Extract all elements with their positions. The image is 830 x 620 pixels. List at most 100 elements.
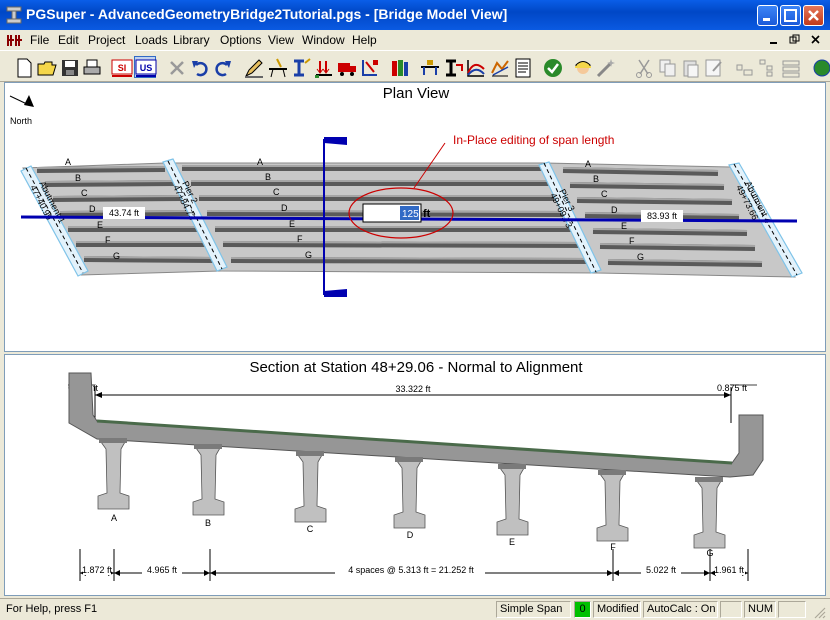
open-file-button[interactable] bbox=[35, 56, 57, 78]
plan-view-canvas: Plan View North A B C D E F G A B C D E … bbox=[9, 85, 803, 297]
menu-edit[interactable]: Edit bbox=[58, 33, 79, 47]
section-girder-label: A bbox=[111, 513, 117, 523]
menu-library[interactable]: Library bbox=[173, 33, 210, 47]
document-icon[interactable] bbox=[6, 32, 24, 48]
section-view-pane[interactable]: Section at Station 48+29.06 - Normal to … bbox=[4, 354, 826, 596]
new-file-button[interactable] bbox=[12, 56, 34, 78]
minimize-button[interactable] bbox=[757, 5, 778, 26]
section-cut-flag-bottom[interactable] bbox=[324, 289, 347, 297]
si-units-button[interactable]: SI bbox=[110, 56, 133, 78]
redo-button[interactable] bbox=[211, 56, 233, 78]
close-button[interactable] bbox=[803, 5, 824, 26]
span-length-unit: ft bbox=[423, 208, 431, 220]
library-button[interactable] bbox=[388, 56, 410, 78]
wand-icon bbox=[596, 59, 615, 78]
edit-pier-button[interactable] bbox=[266, 56, 288, 78]
align-tree-button[interactable] bbox=[756, 56, 778, 78]
properties-button[interactable] bbox=[702, 56, 724, 78]
north-label: North bbox=[10, 116, 32, 126]
status-num: NUM bbox=[744, 601, 776, 618]
report-button[interactable] bbox=[511, 56, 533, 78]
us-units-button[interactable]: US bbox=[134, 56, 157, 78]
plan-girder-label: F bbox=[629, 236, 635, 246]
plan-girder-label: B bbox=[75, 173, 81, 183]
copy-button[interactable] bbox=[656, 56, 678, 78]
status-help: For Help, press F1 bbox=[6, 603, 98, 615]
status-empty bbox=[720, 601, 742, 618]
overhang-right-dim: 0.875 ft bbox=[717, 383, 748, 393]
menu-file[interactable]: File bbox=[30, 33, 49, 47]
globe-icon bbox=[813, 59, 830, 77]
cut-button[interactable] bbox=[632, 56, 654, 78]
section-girder-label: E bbox=[509, 537, 515, 547]
plan-girder-label: B bbox=[593, 174, 599, 184]
girder-properties-icon bbox=[446, 59, 463, 77]
delete-button[interactable] bbox=[165, 56, 187, 78]
engineer-button[interactable] bbox=[571, 56, 593, 78]
menu-help[interactable]: Help bbox=[352, 33, 377, 47]
plan-title: Plan View bbox=[383, 85, 450, 102]
menu-bar: File Edit Project Loads Library Options … bbox=[0, 30, 830, 50]
resize-grip-icon[interactable] bbox=[812, 605, 826, 619]
load-combination-button[interactable] bbox=[358, 56, 380, 78]
span-3-length: 83.93 ft bbox=[647, 211, 678, 221]
align-left-button[interactable] bbox=[733, 56, 755, 78]
girder-properties-button[interactable] bbox=[441, 56, 463, 78]
status-autocalc[interactable]: AutoCalc : On bbox=[643, 601, 718, 618]
plan-girder-label: D bbox=[281, 203, 288, 213]
graphs-button[interactable] bbox=[464, 56, 486, 78]
plan-girder-label: E bbox=[289, 219, 295, 229]
edit-loads-button[interactable] bbox=[312, 56, 334, 78]
paste-button[interactable] bbox=[679, 56, 701, 78]
us-units-icon: US bbox=[135, 59, 157, 77]
section-cut-flag-top[interactable] bbox=[324, 137, 347, 145]
toolbar: SI US bbox=[0, 50, 830, 82]
plan-girder-label: C bbox=[601, 189, 608, 199]
section-title: Section at Station 48+29.06 - Normal to … bbox=[249, 359, 583, 376]
copy-icon bbox=[659, 59, 676, 77]
undo-button[interactable] bbox=[188, 56, 210, 78]
align-left-icon bbox=[736, 64, 753, 76]
truck-loads-button[interactable] bbox=[335, 56, 357, 78]
analysis-button[interactable] bbox=[418, 56, 440, 78]
dim-right: 1.961 ft bbox=[714, 565, 745, 575]
plan-view-pane[interactable]: Plan View North A B C D E F G A B C D E … bbox=[4, 82, 826, 352]
globe-button[interactable] bbox=[810, 56, 830, 78]
check-circle-icon bbox=[544, 59, 562, 77]
span-length-input[interactable]: 125 bbox=[402, 209, 419, 220]
north-arrow-head-icon bbox=[24, 95, 34, 107]
stress-graph-button[interactable] bbox=[488, 56, 510, 78]
menu-window[interactable]: Window bbox=[302, 33, 345, 47]
plan-girder-label: E bbox=[97, 220, 103, 230]
plan-girder-label: D bbox=[611, 205, 618, 215]
mdi-close-icon[interactable] bbox=[811, 35, 820, 44]
section-girder-e bbox=[496, 467, 529, 536]
menu-view[interactable]: View bbox=[268, 33, 294, 47]
mdi-minimize-icon[interactable] bbox=[770, 42, 777, 44]
edit-girder-button[interactable] bbox=[289, 56, 311, 78]
menu-project[interactable]: Project bbox=[88, 33, 125, 47]
save-button[interactable] bbox=[58, 56, 80, 78]
section-girder-label: C bbox=[307, 524, 314, 534]
paste-icon bbox=[683, 60, 699, 78]
plan-girder-label: F bbox=[105, 235, 111, 245]
plan-girder-label: E bbox=[621, 221, 627, 231]
engineer-icon bbox=[575, 61, 591, 74]
si-label: SI bbox=[118, 63, 127, 73]
tree-icon bbox=[759, 59, 773, 77]
menu-loads[interactable]: Loads bbox=[135, 33, 168, 47]
menu-options[interactable]: Options bbox=[220, 33, 261, 47]
design-wizard-button[interactable] bbox=[594, 56, 616, 78]
align-list-button[interactable] bbox=[779, 56, 801, 78]
status-count: 0 bbox=[574, 601, 591, 618]
analysis-bridge-icon bbox=[421, 60, 439, 75]
section-girder-label: D bbox=[407, 530, 414, 540]
maximize-button[interactable] bbox=[780, 5, 801, 26]
plan-girder-label: C bbox=[273, 187, 280, 197]
edit-bridge-button[interactable] bbox=[242, 56, 264, 78]
si-units-icon: SI bbox=[111, 59, 133, 77]
check-button[interactable] bbox=[541, 56, 563, 78]
plan-girder-label: D bbox=[89, 204, 96, 214]
print-button[interactable] bbox=[80, 56, 102, 78]
section-girder-label: B bbox=[205, 518, 211, 528]
